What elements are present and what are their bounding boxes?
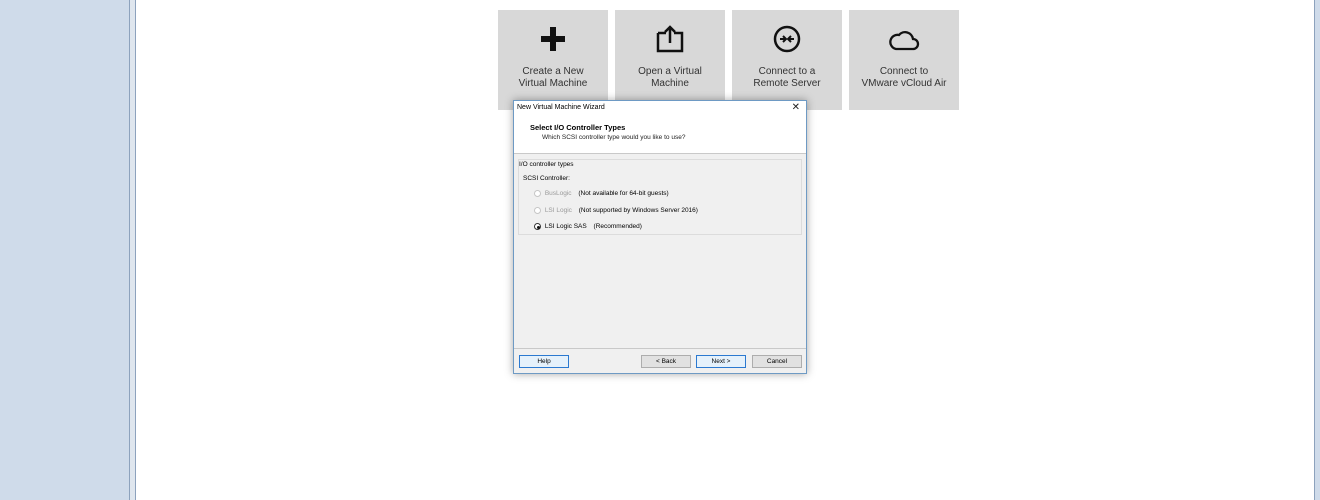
wizard-header: Select I/O Controller Types Which SCSI c… [514,115,806,154]
option-label: LSI Logic [544,207,572,215]
open-folder-icon [656,25,684,53]
dialog-title: New Virtual Machine Wizard [517,104,605,111]
option-label: BusLogic [544,190,572,198]
wizard-heading: Select I/O Controller Types [530,123,626,132]
plus-icon [541,27,565,51]
connect-remote-server-tile[interactable]: Connect to a Remote Server [732,10,842,110]
remote-server-icon [773,25,801,53]
cloud-icon [889,31,920,51]
close-icon[interactable]: ✕ [792,102,800,113]
buslogic-option[interactable]: BusLogic (Not available for 64-bit guest… [534,190,669,197]
lsi-logic-option[interactable]: LSI Logic (Not supported by Windows Serv… [534,207,698,214]
tile-label: Connect to VMware vCloud Air [861,66,947,89]
create-new-vm-tile[interactable]: Create a New Virtual Machine [498,10,608,110]
tile-label: Connect to a Remote Server [753,66,821,89]
dialog-titlebar[interactable]: New Virtual Machine Wizard ✕ [514,101,806,115]
lsi-logic-sas-option[interactable]: LSI Logic SAS (Recommended) [534,223,642,230]
next-button[interactable]: Next > [696,355,746,368]
option-note: (Not supported by Windows Server 2016) [578,207,698,215]
tile-label: Open a Virtual Machine [638,66,702,89]
right-scrollbar-edge[interactable] [1314,0,1320,500]
tile-label: Create a New Virtual Machine [518,66,588,89]
left-sidebar-panel [0,0,129,500]
panel-splitter[interactable] [129,0,136,500]
option-note: (Recommended) [593,223,642,231]
connect-vcloud-air-tile[interactable]: Connect to VMware vCloud Air [849,10,959,110]
wizard-subheading: Which SCSI controller type would you lik… [542,134,686,141]
lsi-logic-sas-radio[interactable] [534,223,541,230]
back-button[interactable]: < Back [641,355,691,368]
option-label: LSI Logic SAS [544,223,587,231]
footer-divider [514,348,806,349]
new-vm-wizard-dialog: New Virtual Machine Wizard ✕ Select I/O … [513,100,807,374]
open-vm-tile[interactable]: Open a Virtual Machine [615,10,725,110]
cancel-button[interactable]: Cancel [752,355,802,368]
scsi-controller-label: SCSI Controller: [523,175,570,182]
help-button[interactable]: Help [519,355,569,368]
lsi-logic-radio[interactable] [534,207,541,214]
buslogic-radio[interactable] [534,190,541,197]
option-note: (Not available for 64-bit guests) [578,190,669,198]
group-label: I/O controller types [519,161,574,168]
